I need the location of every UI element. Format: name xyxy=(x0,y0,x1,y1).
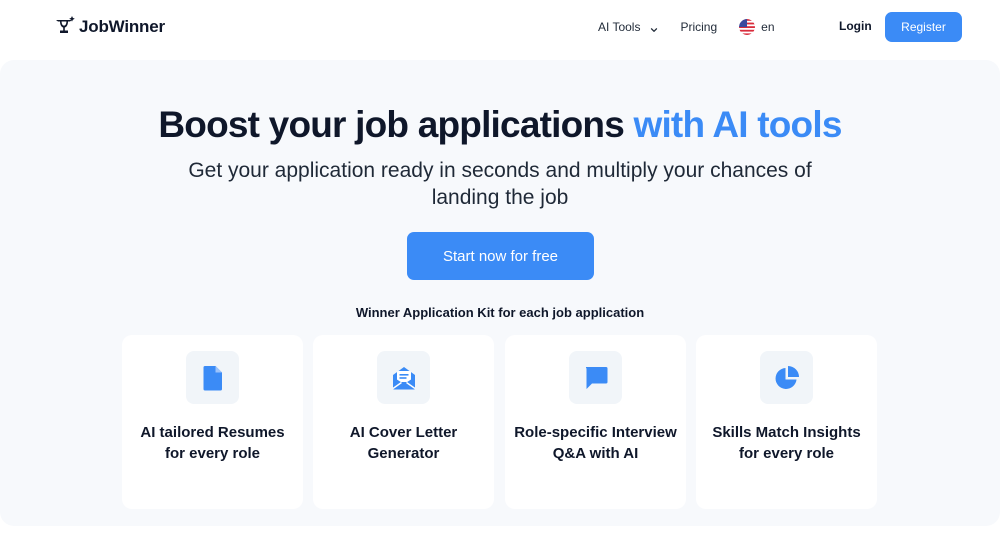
language-selector[interactable]: en xyxy=(739,19,775,35)
feature-label: AI Cover Letter Generator xyxy=(349,424,458,462)
hero-section: Boost your job applications with AI tool… xyxy=(0,60,1000,526)
start-now-button[interactable]: Start now for free xyxy=(407,232,594,280)
hero-headline: Boost your job applications with AI tool… xyxy=(0,104,1000,146)
login-link[interactable]: Login xyxy=(839,19,872,33)
chat-bubble-icon xyxy=(569,351,622,404)
feature-card-resumes[interactable]: AI tailored Resumes for every role xyxy=(122,335,303,509)
headline-accent: with AI tools xyxy=(633,104,842,145)
page: JobWinner AI Tools Pricing en Login Regi… xyxy=(0,0,1000,545)
chevron-down-icon xyxy=(650,23,658,32)
brand-logo[interactable]: JobWinner xyxy=(52,15,165,39)
nav-ai-tools-label: AI Tools xyxy=(598,20,641,34)
feature-card-cover-letter[interactable]: AI Cover Letter Generator xyxy=(313,335,494,509)
top-nav: JobWinner AI Tools Pricing en Login Regi… xyxy=(0,0,1000,56)
brand-name: JobWinner xyxy=(79,17,165,36)
nav-links: AI Tools Pricing en xyxy=(598,19,775,35)
us-flag-icon xyxy=(739,19,756,35)
feature-card-skills[interactable]: Skills Match Insights for every role xyxy=(696,335,877,509)
kit-title: Winner Application Kit for each job appl… xyxy=(355,305,645,320)
pie-chart-icon xyxy=(760,351,813,404)
nav-pricing-link[interactable]: Pricing xyxy=(680,20,717,34)
feature-label: AI tailored Resumes for every role xyxy=(140,424,285,462)
register-button[interactable]: Register xyxy=(885,12,962,42)
hero-subline: Get your application ready in seconds an… xyxy=(188,159,812,209)
language-label: en xyxy=(761,20,775,34)
feature-label: Role-specific Interview Q&A with AI xyxy=(514,424,677,462)
feature-card-interview[interactable]: Role-specific Interview Q&A with AI xyxy=(505,335,686,509)
headline-main: Boost your job applications xyxy=(158,104,624,145)
document-icon xyxy=(186,351,239,404)
trophy-icon xyxy=(52,15,76,39)
nav-ai-tools-dropdown[interactable]: AI Tools xyxy=(598,20,658,34)
envelope-icon xyxy=(377,351,430,404)
feature-label: Skills Match Insights for every role xyxy=(712,424,861,462)
feature-cards: AI tailored Resumes for every role AI Co… xyxy=(122,335,882,510)
nav-pricing-label: Pricing xyxy=(680,20,718,34)
